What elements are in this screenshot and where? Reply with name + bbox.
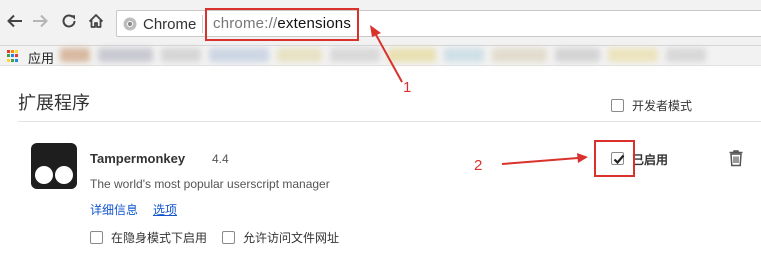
annotation-arrow-2 bbox=[501, 157, 579, 165]
annotation-arrowhead-2 bbox=[577, 153, 588, 163]
annotation-label-1: 1 bbox=[403, 79, 412, 96]
annotation-arrows bbox=[370, 25, 588, 165]
annotation-label-2: 2 bbox=[474, 157, 483, 174]
annotation-arrow-1 bbox=[374, 32, 403, 83]
annotation-arrowhead-1 bbox=[370, 25, 381, 37]
